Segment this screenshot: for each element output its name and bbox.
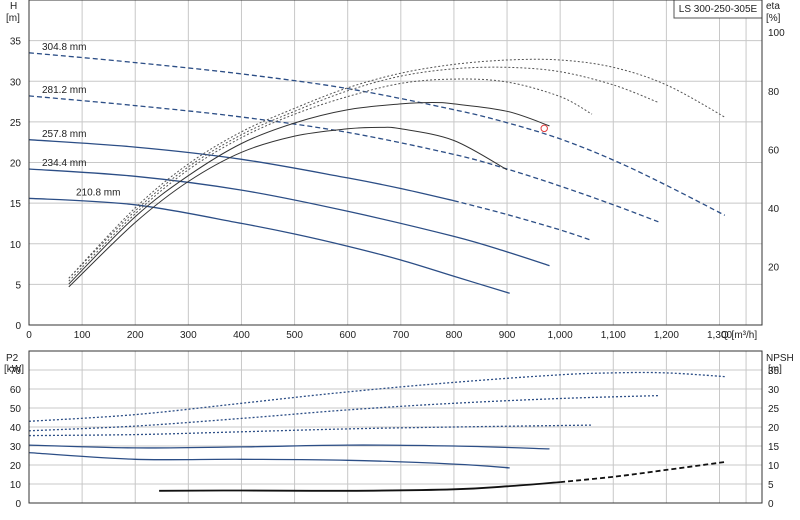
eta-tick-label: 100: [768, 28, 785, 39]
x-tick-label: 700: [392, 330, 409, 341]
x-tick-label: 600: [339, 330, 356, 341]
power-tick-label: 20: [10, 461, 22, 472]
x-tick-label: 0: [26, 330, 32, 341]
eta-tick-label: 40: [768, 204, 780, 215]
head-curve: [453, 200, 593, 242]
flow-axis-label: Q [m³/h]: [721, 330, 757, 341]
x-tick-label: 1,100: [601, 330, 626, 341]
head-tick-label: 10: [10, 240, 22, 251]
head-chart-curves: 304.8 mm 281.2 mm 257.8 mm 234.4 mm 210.8 mm: [28, 42, 726, 294]
power-tick-label: 40: [10, 423, 22, 434]
power-chart-curves: [28, 371, 725, 492]
npsh-tick-label: 15: [768, 442, 780, 453]
x-tick-label: 300: [180, 330, 197, 341]
npsh-tick-label: 20: [768, 423, 780, 434]
eta-axis-unit: [%]: [766, 13, 781, 24]
head-axis-name: H: [10, 1, 17, 12]
power-axis-unit: [kW]: [4, 364, 24, 375]
x-tick-label: 400: [233, 330, 250, 341]
npsh-tick-label: 30: [768, 385, 780, 396]
efficiency-curve: [68, 58, 726, 279]
x-tick-label: 100: [74, 330, 91, 341]
x-tick-label: 1,200: [654, 330, 679, 341]
power-tick-label: 0: [15, 499, 21, 510]
impeller-diameter-label: 304.8 mm: [42, 42, 86, 53]
npsh-tick-label: 0: [768, 499, 774, 510]
npsh-tick-label: 5: [768, 480, 774, 491]
x-tick-label: 200: [127, 330, 144, 341]
head-curve: [28, 52, 726, 216]
head-tick-label: 25: [10, 118, 22, 129]
power-tick-label: 50: [10, 404, 22, 415]
npsh-tick-label: 25: [768, 404, 780, 415]
impeller-diameter-label: 281.2 mm: [42, 85, 86, 96]
npsh-tick-label: 10: [768, 461, 780, 472]
head-tick-label: 5: [15, 280, 21, 291]
head-curve: [28, 197, 510, 294]
power-tick-label: 10: [10, 480, 22, 491]
npsh-axis-unit: [m]: [768, 364, 782, 375]
efficiency-curve: [68, 66, 659, 279]
head-tick-label: 0: [15, 321, 21, 332]
power-curve: [28, 451, 510, 469]
head-tick-label: 35: [10, 37, 22, 48]
head-chart-ticks: 0 100 200 300 400 500 600 700 800 900 1,000 1,100 1,…: [10, 28, 785, 341]
eta-axis-name: eta: [766, 1, 780, 12]
model-label: LS 300-250-305E: [679, 4, 758, 15]
npsh-axis-name: NPSH: [766, 353, 794, 364]
efficiency-curve: [68, 78, 593, 282]
head-curve: [28, 168, 550, 267]
x-tick-label: 800: [446, 330, 463, 341]
eta-tick-label: 20: [768, 262, 780, 273]
head-axis-unit: [m]: [6, 13, 20, 24]
power-tick-label: 30: [10, 442, 22, 453]
power-tick-label: 60: [10, 385, 22, 396]
power-chart-grid: [28, 350, 762, 504]
impeller-diameter-label: 210.8 mm: [76, 187, 120, 198]
x-tick-label: 500: [286, 330, 303, 341]
x-tick-label: 1,000: [548, 330, 573, 341]
power-curve: [28, 394, 659, 432]
impeller-diameter-label: 257.8 mm: [42, 129, 86, 140]
eta-tick-label: 80: [768, 87, 780, 98]
power-axis-name: P2: [6, 353, 19, 364]
eta-tick-label: 60: [768, 145, 780, 156]
head-tick-label: 20: [10, 159, 22, 170]
head-chart-grid: [28, 0, 762, 326]
efficiency-curve: [68, 101, 550, 285]
pump-performance-chart: 304.8 mm 281.2 mm 257.8 mm 234.4 mm 210.8 mm…: [4, 0, 794, 510]
duty-point-marker: [540, 124, 548, 133]
head-tick-label: 15: [10, 199, 22, 210]
npsh-curve: [159, 481, 561, 492]
power-chart-ticks: 01020304050607005101520253035: [10, 366, 780, 510]
x-tick-label: 900: [499, 330, 516, 341]
impeller-diameter-label: 234.4 mm: [42, 158, 86, 169]
head-tick-label: 30: [10, 77, 22, 88]
